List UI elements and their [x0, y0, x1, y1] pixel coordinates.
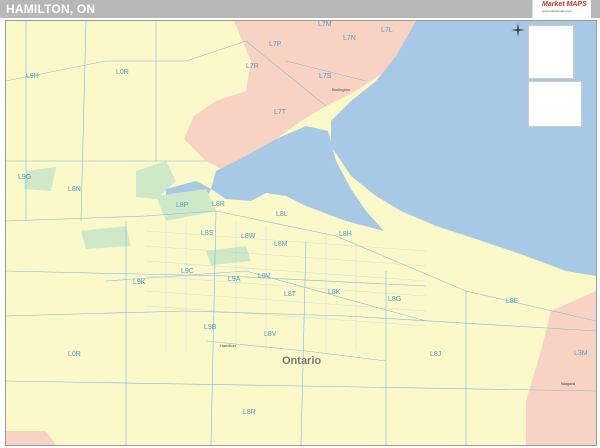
postal-code-label: L7T: [274, 109, 287, 116]
city-label: Burlington: [332, 87, 351, 92]
map-title: HAMILTON, ON: [6, 2, 96, 16]
postal-code-label: L3M: [574, 350, 588, 357]
postal-code-label: L7S: [319, 73, 332, 80]
postal-code-label: L8T: [284, 291, 297, 298]
postal-code-label: L8G: [388, 296, 402, 303]
city-label: Niagara: [561, 381, 576, 386]
city-label: Hamilton: [220, 343, 236, 348]
postal-code-label: L0R: [116, 69, 129, 76]
postal-index-table: [528, 81, 582, 127]
postal-code-label: L9C: [181, 268, 194, 275]
park-area: [206, 246, 251, 265]
map-graphics: [6, 21, 596, 445]
postal-code-label: L7P: [269, 41, 282, 48]
postal-code-label: L8L: [276, 211, 288, 218]
postal-code-label: L8J: [430, 351, 442, 358]
postal-code-label: L9H: [26, 73, 39, 80]
brand-name: Market MAPS: [542, 1, 587, 8]
postal-code-label: L8R: [212, 201, 225, 208]
postal-code-label: L9K: [133, 279, 146, 286]
postal-code-label: L7N: [343, 35, 356, 42]
postal-code-label: L7M: [318, 21, 332, 28]
postal-code-label: L7R: [246, 63, 259, 70]
postal-code-label: L8R: [243, 409, 256, 416]
niagara-region: [526, 291, 596, 445]
postal-code-label: L8M: [274, 241, 288, 248]
postal-code-label: L8H: [339, 231, 352, 238]
province-label: Ontario: [282, 355, 322, 367]
brand-tagline: www.marketmaps.com: [542, 9, 573, 13]
postal-code-label: L8E: [506, 298, 519, 305]
compass-icon: [511, 23, 525, 37]
brand-logo: Market MAPS www.marketmaps.com: [532, 0, 591, 18]
postal-code-label: L8P: [176, 202, 189, 209]
southwest-region: [6, 431, 56, 445]
postal-code-label: L8K: [328, 289, 341, 296]
postal-code-label: L9B: [204, 324, 217, 331]
park-area: [81, 226, 131, 249]
postal-code-label: L9G: [18, 174, 32, 181]
postal-code-label: L8V: [264, 331, 277, 338]
map-canvas[interactable]: L7M L7N L7L L7P L7R L7S L7T L9H L0R L9G …: [5, 20, 597, 446]
postal-code-label: L7L: [381, 27, 393, 34]
postal-code-label: L0R: [68, 351, 81, 358]
postal-code-label: L9A: [228, 276, 241, 283]
map-page: HAMILTON, ON Market MAPS www.marketmaps.…: [0, 0, 600, 448]
postal-code-label: L8S: [201, 230, 214, 237]
postal-code-label: L9V: [258, 273, 271, 280]
postal-code-label: L8W: [241, 233, 256, 240]
title-bar: HAMILTON, ON Market MAPS www.marketmaps.…: [0, 0, 600, 18]
postal-code-label: L8N: [68, 186, 81, 193]
map-legend: [528, 25, 574, 79]
